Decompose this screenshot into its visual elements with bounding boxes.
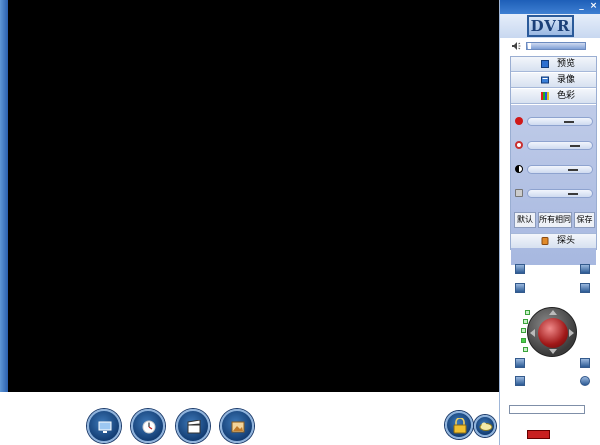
- speed-indicator[interactable]: [523, 347, 528, 352]
- contrast-row: [511, 139, 596, 151]
- slider-thumb[interactable]: [570, 145, 580, 147]
- iris-open-button[interactable]: [515, 358, 525, 368]
- arrow-down-icon[interactable]: [549, 349, 557, 354]
- saturation-slider[interactable]: [527, 165, 593, 174]
- left-edge-strip: [0, 0, 8, 392]
- ptz-center-button[interactable]: [538, 318, 568, 348]
- arrow-right-icon[interactable]: [569, 329, 574, 337]
- arrow-left-icon[interactable]: [530, 329, 535, 337]
- clapper-icon: [187, 420, 201, 434]
- zoom-in-button[interactable]: [515, 264, 525, 274]
- tab-label: 色彩: [557, 91, 576, 101]
- contrast-slider[interactable]: [527, 141, 593, 150]
- panel-title-bar: _ ×: [500, 0, 600, 14]
- speed-indicator[interactable]: [525, 310, 530, 315]
- all-same-button[interactable]: 所有相同: [538, 212, 572, 228]
- brightness-row: [511, 115, 596, 127]
- network-button[interactable]: [474, 415, 496, 437]
- gallery-icon: [231, 421, 245, 433]
- tab-color[interactable]: 色彩: [511, 89, 596, 104]
- arrow-up-icon[interactable]: [549, 310, 557, 315]
- bottom-toolbar: [8, 392, 499, 445]
- default-button[interactable]: 默认: [514, 212, 536, 228]
- save-button[interactable]: 保存: [574, 212, 595, 228]
- function-tabs: 预览 录像 色彩 默认 所有相同 保存 探头: [510, 56, 597, 265]
- hue-slider[interactable]: [527, 189, 593, 198]
- camera-icon: [541, 237, 549, 245]
- hue-row: [511, 187, 596, 199]
- contrast-icon: [515, 141, 523, 149]
- dvr-logo: DVR: [527, 15, 574, 37]
- clock-icon: [142, 420, 156, 434]
- tab-label: 录像: [557, 75, 576, 85]
- color-icon: [541, 92, 549, 100]
- brightness-slider[interactable]: [527, 117, 593, 126]
- tab-record[interactable]: 录像: [511, 73, 596, 88]
- tab-preview[interactable]: 预览: [511, 57, 596, 72]
- slider-thumb[interactable]: [568, 169, 578, 171]
- focus-near-button[interactable]: [515, 283, 525, 293]
- slider-thumb[interactable]: [568, 193, 578, 195]
- status-badge: [527, 430, 550, 439]
- speed-indicator[interactable]: [521, 328, 526, 333]
- saturation-icon: [515, 165, 523, 173]
- focus-far-button[interactable]: [580, 283, 590, 293]
- iris-close-button[interactable]: [580, 358, 590, 368]
- close-button[interactable]: ×: [589, 2, 598, 11]
- lock-button[interactable]: [445, 411, 473, 439]
- ptz-control: [510, 254, 595, 390]
- volume-handle[interactable]: [528, 43, 531, 49]
- gallery-button[interactable]: [220, 409, 254, 443]
- saturation-row: [511, 163, 596, 175]
- record-icon: [541, 76, 549, 84]
- cloud-icon: [479, 422, 493, 431]
- hue-icon: [515, 189, 523, 197]
- tab-label: 预览: [557, 59, 576, 69]
- ptz-direction-pad[interactable]: [527, 307, 577, 357]
- zoom-out-button[interactable]: [580, 264, 590, 274]
- preview-icon: [541, 60, 549, 68]
- tab-label: 探头: [557, 236, 576, 246]
- slider-thumb[interactable]: [564, 121, 574, 123]
- record-button[interactable]: [176, 409, 210, 443]
- auto-scan-button[interactable]: [580, 376, 590, 386]
- video-display[interactable]: [8, 0, 499, 392]
- status-field: [509, 405, 585, 414]
- speed-indicator[interactable]: [521, 338, 526, 343]
- lock-icon: [453, 418, 467, 434]
- monitor-icon: [98, 421, 112, 433]
- control-panel: _ × DVR 预览 录像 色彩 默认 所有相同 保存 探头: [499, 0, 600, 445]
- preset-button[interactable]: [515, 376, 525, 386]
- tab-camera[interactable]: 探头: [511, 233, 596, 248]
- schedule-button[interactable]: [131, 409, 165, 443]
- brightness-icon: [515, 117, 523, 125]
- speaker-icon[interactable]: [512, 42, 521, 50]
- minimize-button[interactable]: _: [577, 2, 586, 11]
- monitor-button[interactable]: [87, 409, 121, 443]
- volume-slider[interactable]: [526, 42, 586, 50]
